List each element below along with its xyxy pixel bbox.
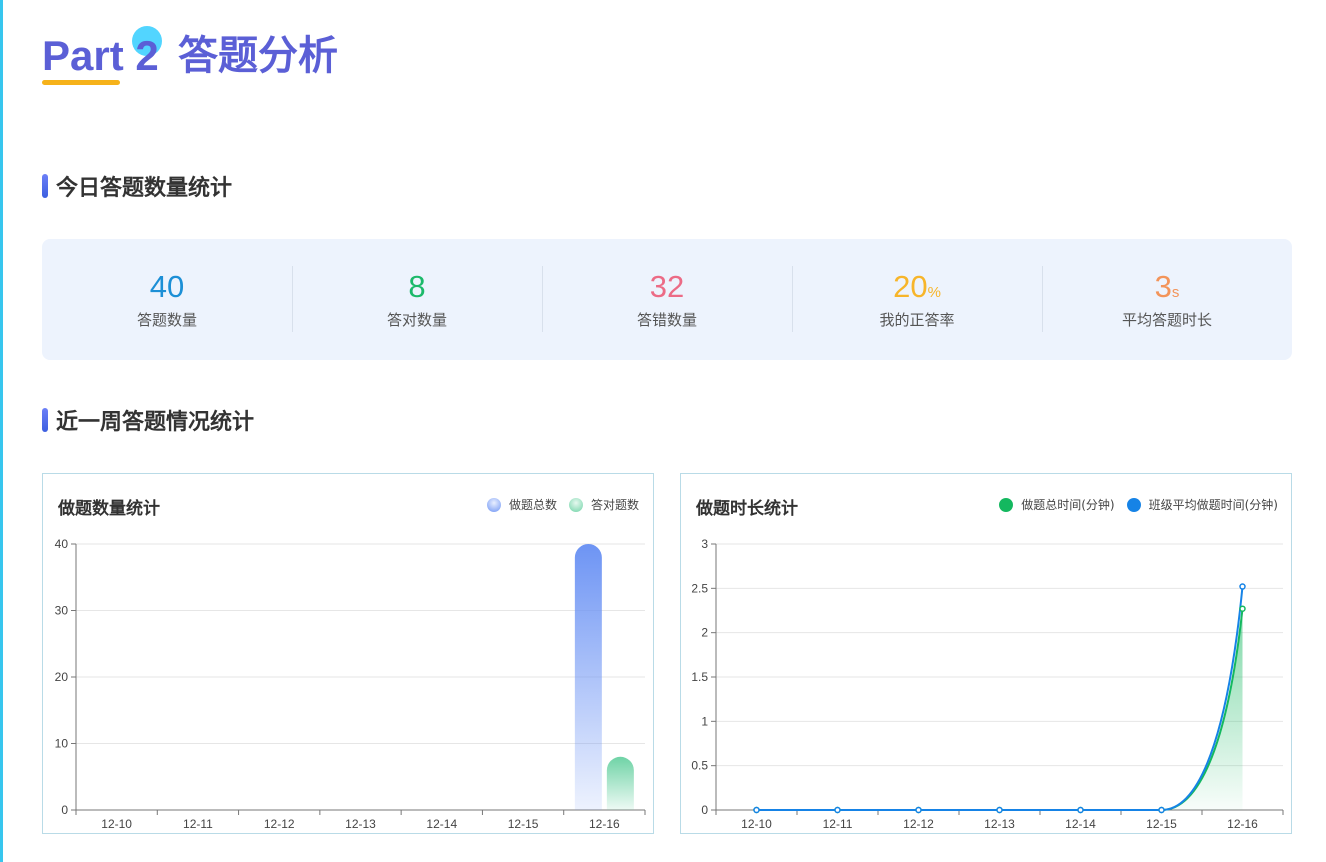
y-tick-label: 30 (55, 604, 69, 618)
data-point (834, 806, 841, 814)
legend-dot-icon (999, 497, 1014, 512)
legend-item[interactable]: 做题总时间(分钟) (999, 496, 1115, 513)
y-tick-label: 10 (55, 737, 69, 751)
x-tick-label: 12-10 (741, 817, 772, 831)
chart-card-duration: 0 0.5 1 1.5 2 2.5 3 12-10 12-11 12-12 12-13 12-14 12… (680, 473, 1292, 834)
y-tick-label: 20 (55, 670, 69, 684)
y-tick-label: 1 (701, 714, 708, 728)
data-point (996, 806, 1003, 814)
line-chart: 0 0.5 1 1.5 2 2.5 3 12-10 12-11 12-12 12-13 12-14 12… (691, 537, 1284, 831)
chart-title: 做题时长统计 (696, 499, 798, 519)
stat-accuracy: 20% 我的正答率 (792, 239, 1042, 360)
stat-label: 我的正答率 (879, 311, 955, 329)
section-title: 近一周答题情况统计 (56, 410, 255, 435)
left-edge-accent (0, 0, 3, 862)
page-title: 答题分析 (178, 33, 338, 79)
bar-chart: 0 10 20 30 40 12-10 12-11 12-12 12-13 12-14 12-15 1… (55, 537, 646, 831)
stats-panel: 40 答题数量 8 答对数量 32 答错数量 20% 我的正答率 3s 平均答题… (42, 239, 1292, 360)
section-bar-icon (42, 408, 48, 432)
stat-value: 3s (1154, 269, 1180, 304)
y-tick-label: 0 (701, 803, 708, 817)
data-point (1158, 806, 1165, 814)
section-bar-icon (42, 174, 48, 198)
y-tick-label: 1.5 (691, 670, 708, 684)
bar (574, 544, 602, 810)
x-tick-label: 12-13 (345, 817, 376, 831)
legend-item[interactable]: 答对题数 (568, 496, 639, 513)
stat-label: 答对数量 (386, 311, 447, 329)
data-point (1239, 605, 1246, 612)
bar (606, 756, 634, 810)
x-tick-label: 12-12 (903, 817, 934, 831)
chart-legend: 做题总时间(分钟) 班级平均做题时间(分钟) (987, 496, 1278, 513)
area-fill (756, 608, 1243, 810)
data-point (753, 806, 760, 814)
x-tick-label: 12-12 (264, 817, 295, 831)
data-point (1239, 583, 1246, 590)
stat-avg-time: 3s 平均答题时长 (1042, 239, 1292, 360)
y-tick-label: 0 (61, 803, 68, 817)
stat-label: 平均答题时长 (1121, 311, 1212, 329)
x-tick-label: 12-14 (426, 817, 457, 831)
legend-dot-icon (1126, 497, 1141, 512)
y-tick-label: 0.5 (691, 759, 708, 773)
stat-value: 20% (893, 269, 941, 304)
stat-wrong: 32 答错数量 (542, 239, 792, 360)
chart-legend: 做题总数 答对题数 (475, 496, 639, 513)
legend-label: 答对题数 (590, 498, 639, 512)
data-point (915, 806, 922, 814)
x-tick-label: 12-14 (1065, 817, 1096, 831)
legend-label: 班级平均做题时间(分钟) (1148, 498, 1278, 512)
x-tick-label: 12-11 (183, 817, 213, 831)
y-tick-label: 3 (701, 537, 708, 551)
chart-card-count: 0 10 20 30 40 12-10 12-11 12-12 12-13 12-14 12-15 1… (42, 473, 654, 834)
part-label: Part 2 (42, 32, 159, 79)
stat-label: 答错数量 (636, 311, 697, 329)
stat-correct: 8 答对数量 (292, 239, 542, 360)
series-line (756, 586, 1244, 811)
chart-title: 做题数量统计 (58, 499, 160, 519)
legend-dot-icon (486, 497, 501, 512)
stat-value: 40 (149, 269, 185, 304)
x-tick-label: 12-16 (589, 817, 620, 831)
section-today: 今日答题数量统计 (42, 170, 232, 202)
y-tick-label: 2 (701, 626, 708, 640)
legend-label: 做题总数 (508, 498, 557, 512)
legend-dot-icon (568, 497, 583, 512)
x-tick-label: 12-15 (1146, 817, 1177, 831)
x-tick-label: 12-11 (823, 817, 853, 831)
series-line (756, 608, 1244, 811)
legend-item[interactable]: 班级平均做题时间(分钟) (1126, 496, 1278, 513)
data-point (1077, 806, 1084, 814)
stat-total: 40 答题数量 (42, 239, 292, 360)
stat-label: 答题数量 (136, 311, 197, 329)
stat-value: 8 (408, 269, 426, 304)
legend-label: 做题总时间(分钟) (1021, 498, 1115, 512)
x-tick-label: 12-16 (1227, 817, 1258, 831)
stat-value: 32 (649, 269, 685, 304)
y-tick-label: 40 (55, 537, 69, 551)
x-tick-label: 12-15 (508, 817, 539, 831)
section-week: 近一周答题情况统计 (42, 404, 254, 436)
x-tick-label: 12-13 (984, 817, 1015, 831)
legend-item[interactable]: 做题总数 (486, 496, 557, 513)
x-tick-label: 12-10 (101, 817, 132, 831)
y-tick-label: 2.5 (691, 581, 708, 595)
section-title: 今日答题数量统计 (56, 176, 233, 201)
